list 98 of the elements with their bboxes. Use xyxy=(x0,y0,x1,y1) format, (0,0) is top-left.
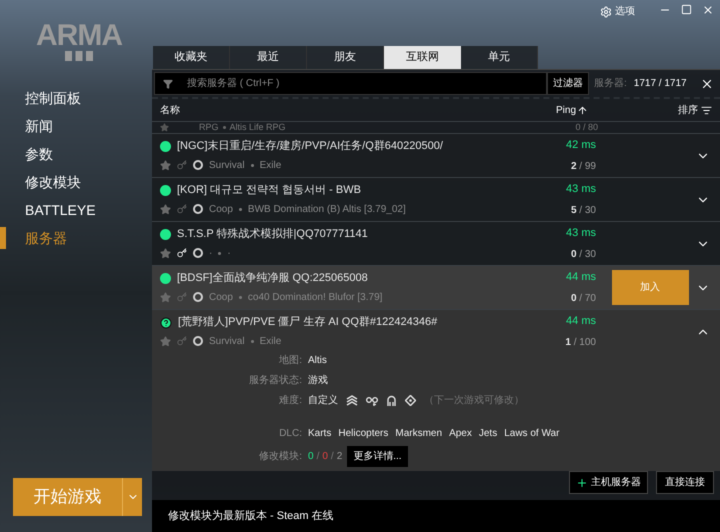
detail-label: 地图: xyxy=(278,354,302,368)
ping-value: 44 ms xyxy=(566,270,596,285)
host-server-button[interactable]: 主机服务器 xyxy=(569,471,648,494)
mission-name: Exile xyxy=(260,158,282,173)
ping-value: 43 ms xyxy=(566,182,596,197)
dlc-name: Marksmen xyxy=(395,427,442,441)
server-name: S.T.S.P 特殊战术模拟排|QQ707771141 xyxy=(177,226,368,242)
server-row[interactable]: [荒野猎人]PVP/PVE 僵尸 生存 AI QQ群#122424346# Survival Exile 44 ms 1 / 100 地图: Altis 服务器状态: 游戏 难度: 自定义 （下一次游戏可修改） DLC: Karts Helicopters Marksmen Apex Jets Laws of War 修改模块: 0 / 0 / 2 更多详情... xyxy=(152,309,720,471)
ping-column-header[interactable]: Ping xyxy=(556,102,588,118)
ping-value: 42 ms xyxy=(566,138,596,153)
dlc-name: Laws of War xyxy=(504,427,560,441)
server-name: [荒野猎人]PVP/PVE 僵尸 生存 AI QQ群#122424346# xyxy=(178,315,438,330)
search-input[interactable]: 搜索服务器 ( Ctrl+F ) xyxy=(187,76,546,91)
mission-name: co40 Domination! Blufor [3.79] xyxy=(248,290,382,305)
difficulty-value: 自定义 xyxy=(308,394,338,408)
plus-icon xyxy=(576,476,588,488)
favorite-star-icon[interactable] xyxy=(160,248,171,259)
sort-lines-icon xyxy=(701,104,712,116)
mod-count-part: 0 xyxy=(322,450,328,464)
mod-icon xyxy=(193,248,203,258)
ping-value: 43 ms xyxy=(566,226,596,241)
mod-icon xyxy=(193,292,203,302)
detail-label: 难度: xyxy=(278,394,302,408)
settings-icon xyxy=(600,6,612,18)
sidebar-item[interactable]: 新闻 xyxy=(25,116,53,136)
mission-name: Altis Life RPG xyxy=(230,122,287,133)
favorite-star-icon[interactable] xyxy=(160,160,171,171)
mission-name: BWB Domination (B) Altis [3.79_02] xyxy=(248,202,406,217)
detail-label: 服务器状态: xyxy=(248,374,302,388)
favorite-star-icon[interactable] xyxy=(160,336,171,347)
favorite-star-icon[interactable] xyxy=(160,292,171,303)
game-mode: Survival xyxy=(209,334,245,349)
game-mode: RPG xyxy=(199,122,219,133)
server-name: [BDSF]全面战争纯净服 QQ:225065008 xyxy=(177,271,368,286)
player-count: 1 / 100 xyxy=(565,336,596,350)
status-text: 修改模块为最新版本 - Steam 在线 xyxy=(168,508,334,524)
dlc-name: Helicopters xyxy=(338,427,388,441)
binoculars-icon xyxy=(366,395,378,406)
dlc-name: Jets xyxy=(478,427,498,441)
player-count: 5 / 30 xyxy=(570,204,596,218)
tab[interactable]: 最近 xyxy=(230,46,307,69)
sidebar-item[interactable]: 修改模块 xyxy=(25,172,81,192)
sidebar-item[interactable]: BATTLEYE xyxy=(25,200,96,220)
search-field[interactable]: 搜索服务器 ( Ctrl+F ) xyxy=(154,72,547,95)
logo: ARMA xyxy=(36,21,122,61)
name-column-header[interactable]: 名称 xyxy=(160,102,556,118)
server-row[interactable]: [BDSF]全面战争纯净服 QQ:225065008 Coop co40 Domination! Blufor [3.79] 44 ms 0 / 70 加入 xyxy=(152,265,720,309)
player-count: 0 / 70 xyxy=(570,292,596,306)
server-count: 1717 / 1717 xyxy=(634,77,687,91)
server-row[interactable]: S.T.S.P 特殊战术模拟排|QQ707771141 · · 43 ms 0 / 30 xyxy=(152,221,720,265)
mod-icon xyxy=(193,336,203,346)
mod-count-part: 0 xyxy=(308,450,314,464)
favorite-star-icon[interactable] xyxy=(160,123,169,132)
filter-icon xyxy=(163,78,173,88)
dlc-name: Apex xyxy=(449,427,472,441)
game-mode: · xyxy=(209,246,212,261)
chevron-rank-icon xyxy=(346,395,358,406)
player-count: 0 / 80 xyxy=(575,122,598,133)
filter-button[interactable]: 过滤器 xyxy=(547,72,589,95)
dlc-name: Karts xyxy=(308,427,332,441)
crosshair-icon xyxy=(405,395,416,406)
server-name: [KOR] 대규모 전략적 협동서버 - BWB xyxy=(177,183,361,198)
detail-label: 修改模块: xyxy=(258,450,302,464)
detail-label: DLC: xyxy=(278,427,302,441)
mission-name: · xyxy=(227,246,231,261)
mod-icon xyxy=(193,204,203,214)
player-count: 2 / 99 xyxy=(570,160,596,174)
player-count: 0 / 30 xyxy=(570,248,596,262)
map-value: Altis xyxy=(308,354,328,368)
mission-name: Exile xyxy=(260,334,282,349)
tab[interactable]: 单元 xyxy=(461,46,538,69)
game-mode: Coop xyxy=(209,290,233,305)
server-name: [NGC]末日重启/生存/建房/PVP/AI任务/Q群640220500/ xyxy=(177,138,443,154)
sidebar-item[interactable]: 参数 xyxy=(25,144,53,164)
server-count-label: 服务器: xyxy=(594,77,627,91)
sort-up-icon xyxy=(577,104,588,116)
mod-count-part: / xyxy=(316,450,320,464)
difficulty-note: （下一次游戏可修改） xyxy=(424,394,524,408)
more-details-button[interactable]: 更多详情... xyxy=(347,446,408,467)
tab[interactable]: 互联网 xyxy=(384,46,461,69)
question-status-icon xyxy=(160,316,172,328)
direct-connect-button[interactable]: 直接连接 xyxy=(656,471,714,494)
sidebar-item[interactable]: 控制面板 xyxy=(25,88,81,108)
head-icon xyxy=(386,394,397,406)
server-state-value: 游戏 xyxy=(308,374,329,388)
game-mode: Coop xyxy=(209,202,233,217)
ping-value: 44 ms xyxy=(566,314,596,329)
sort-button[interactable]: 排序 xyxy=(678,102,712,118)
mod-count-part: / xyxy=(330,450,334,464)
sidebar-item[interactable]: 服务器 xyxy=(25,228,67,248)
tab[interactable]: 朋友 xyxy=(307,46,384,69)
options-button[interactable]: 选项 xyxy=(600,4,635,19)
game-mode: Survival xyxy=(209,158,245,173)
tab[interactable]: 收藏夹 xyxy=(153,46,230,69)
mod-count-part: 2 xyxy=(336,450,342,464)
mod-icon xyxy=(193,160,203,170)
favorite-star-icon[interactable] xyxy=(160,204,171,215)
maximize-icon[interactable] xyxy=(681,4,692,15)
